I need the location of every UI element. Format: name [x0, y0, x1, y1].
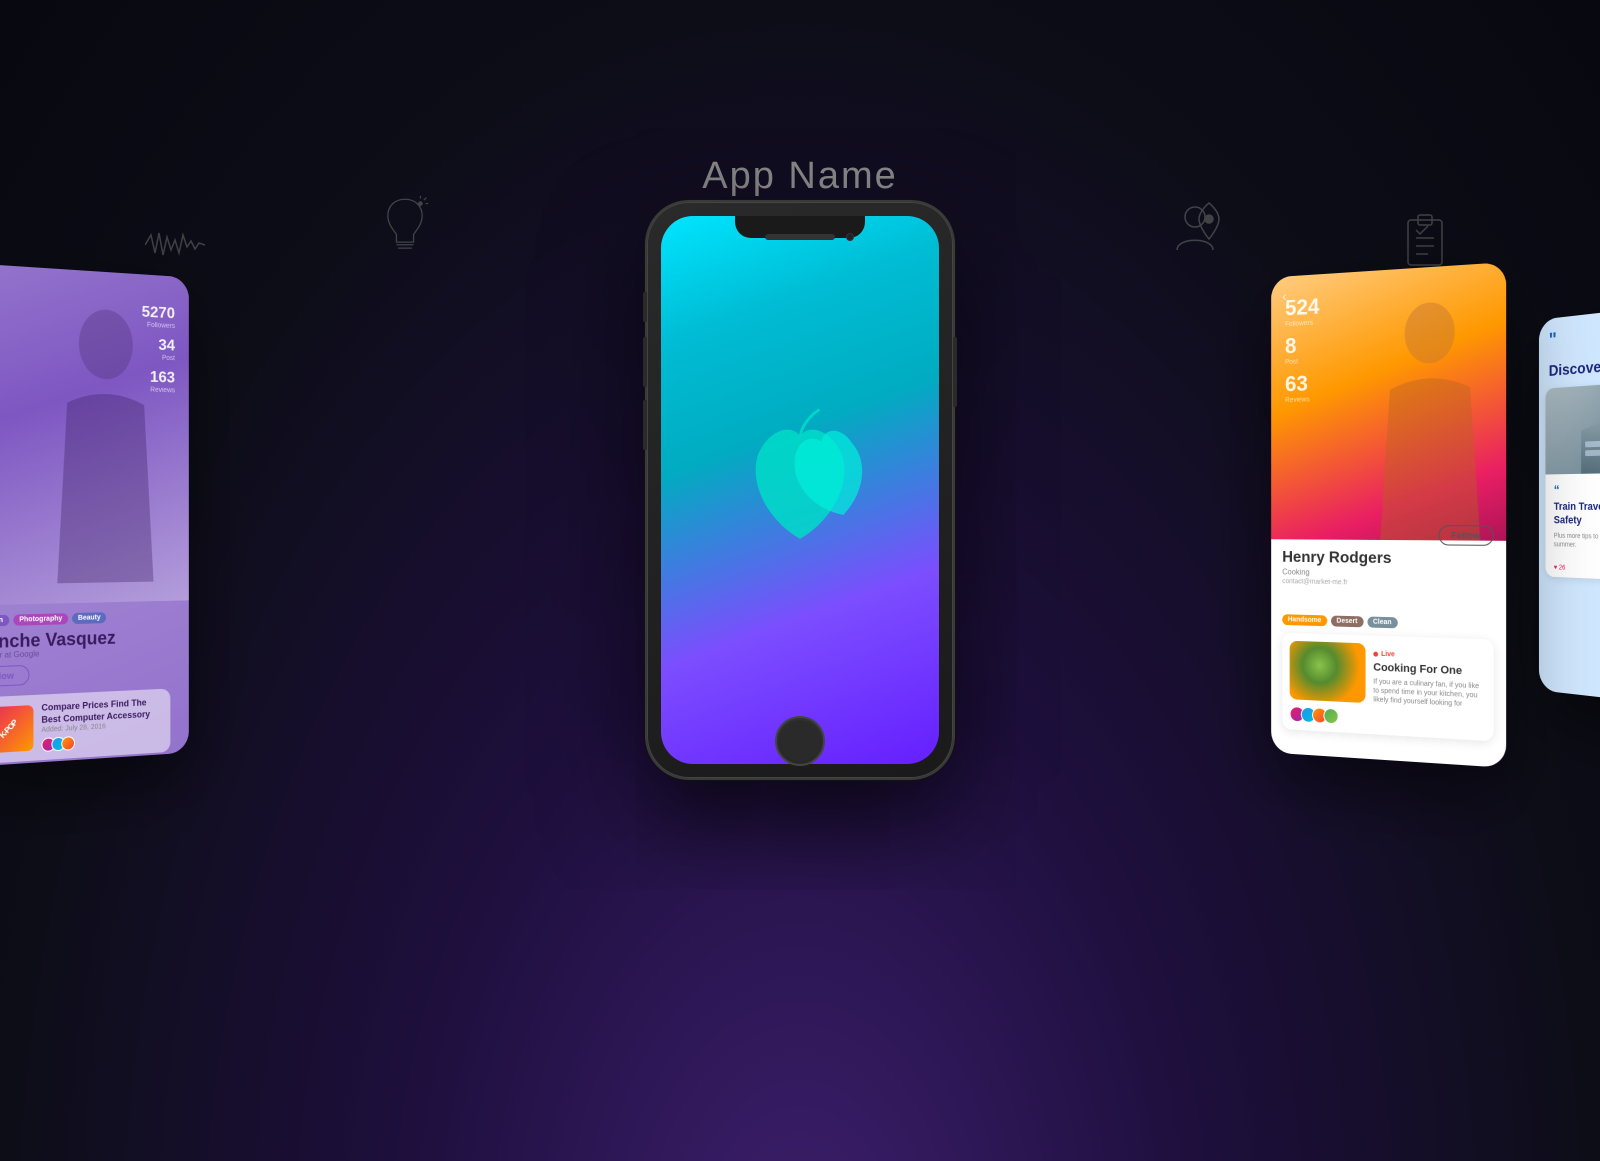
- s4-tag-handsome: Handsome: [1282, 614, 1327, 626]
- s4-follow-button[interactable]: Follow: [1438, 525, 1494, 546]
- s5-quote: “: [1554, 480, 1600, 497]
- s4-person-name: Henry Rodgers: [1282, 549, 1493, 569]
- s4-back-arrow[interactable]: ‹: [1282, 288, 1286, 304]
- s2-follow-button[interactable]: Follow: [0, 665, 29, 688]
- s4-live-badge: Live: [1373, 650, 1395, 658]
- s2-tag-beauty: Beauty: [72, 612, 106, 624]
- s4-photo: 524 Followers 8 Post 63 Reviews ‹: [1271, 262, 1506, 540]
- s4-card-image: [1290, 640, 1366, 702]
- iphone-frame: [645, 200, 955, 780]
- iphone-notch: [735, 216, 865, 238]
- s2-tag-fashion: Fashion: [0, 615, 9, 627]
- s4-card: Live Cooking For One If you are a culina…: [1282, 632, 1493, 741]
- s2-card-image: K-POP: [0, 705, 33, 754]
- iphone-body: [645, 200, 955, 780]
- s5-card-content: “ Train Travel On Track For Safety Plus …: [1545, 471, 1600, 563]
- s4-tag-clean: Clean: [1367, 616, 1397, 628]
- s2-stats: 5270 Followers 34 Post 163 Reviews: [142, 304, 175, 402]
- s5-likes: ♥26: [1554, 564, 1566, 571]
- s5-quote-icon: ": [1549, 329, 1557, 352]
- apple-logo-shape: [730, 408, 870, 573]
- iphone-camera: [846, 233, 854, 241]
- iphone-home-button[interactable]: [775, 716, 825, 766]
- screen-5-discover: " ☰ 🔍 Discover: [1539, 299, 1600, 711]
- s2-tag-photography: Photography: [13, 613, 68, 626]
- s5-card-title: Train Travel On Track For Safety: [1554, 500, 1600, 530]
- s4-card-description: If you are a culinary fan, if you like t…: [1373, 677, 1485, 710]
- s4-card-title: Cooking For One: [1373, 661, 1485, 679]
- s5-card: “ Train Travel On Track For Safety Plus …: [1545, 377, 1600, 584]
- s4-stats: 524 Followers 8 Post 63 Reviews: [1285, 294, 1319, 410]
- s5-card-description: Plus more tips to keep your feet from st…: [1554, 531, 1600, 554]
- s4-email: contact@market-me.fr: [1282, 578, 1493, 589]
- s2-card: K-POP Compare Prices Find The Best Compu…: [0, 689, 170, 764]
- s2-info: Fashion Photography Beauty Blanche Vasqu…: [0, 601, 189, 768]
- iphone-speaker: [765, 234, 835, 240]
- screen-4-profile: 524 Followers 8 Post 63 Reviews ‹ Henry …: [1271, 262, 1506, 768]
- screen-2-profile: ‹ 5270 Followers 34 Post 163 Reviews: [0, 262, 189, 768]
- s5-card-image: [1545, 377, 1600, 475]
- s4-info: Henry Rodgers Cooking contact@market-me.…: [1271, 539, 1506, 768]
- s2-photo: ‹ 5270 Followers 34 Post 163 Reviews: [0, 262, 189, 606]
- s5-pagination: 1/26: [1539, 576, 1600, 600]
- s4-tag-desert: Desert: [1331, 615, 1363, 627]
- app-title: App Name: [702, 155, 898, 198]
- iphone-screen: [661, 216, 939, 764]
